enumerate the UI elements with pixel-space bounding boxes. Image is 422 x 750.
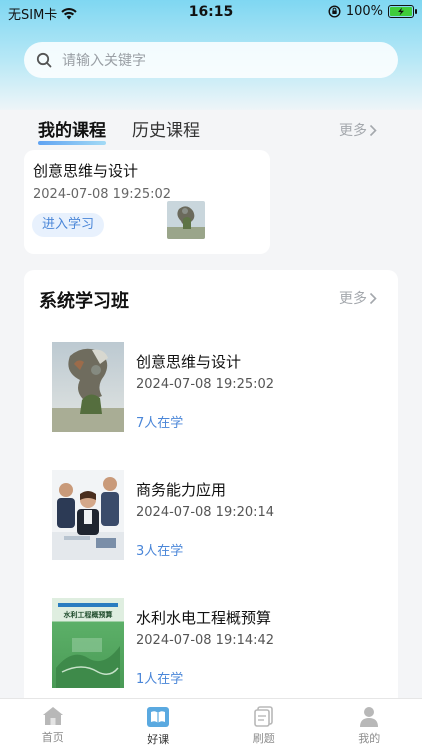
class-time: 2024-07-08 19:14:42 <box>136 633 275 648</box>
status-bar: 无SIM卡 16:15 100% <box>0 0 422 24</box>
chevron-right-icon <box>369 124 377 136</box>
tabbar-label: 好课 <box>147 733 170 746</box>
tabbar-item-home[interactable]: 首页 <box>0 699 106 750</box>
system-class-panel: 系统学习班 更多 创意思维与设计 2024-07-08 19:25:02 7人在… <box>24 270 398 710</box>
class-learner-count: 3人在学 <box>136 544 184 559</box>
system-class-more-button[interactable]: 更多 <box>339 288 377 308</box>
status-right: 100% <box>328 4 417 19</box>
tabbar-label: 首页 <box>41 731 64 744</box>
my-course-card[interactable]: 创意思维与设计 2024-07-08 19:25:02 进入学习 <box>24 150 270 254</box>
class-time: 2024-07-08 19:20:14 <box>136 505 275 520</box>
course-date: 2024-07-08 19:25:02 <box>33 187 172 202</box>
practice-icon <box>253 706 273 727</box>
class-learner-count: 1人在学 <box>136 672 184 687</box>
system-class-title: 系统学习班 <box>39 291 129 312</box>
tabbar-label: 我的 <box>358 732 381 745</box>
tabbar-item-courses[interactable]: 好课 <box>106 699 212 750</box>
battery-icon <box>388 5 417 18</box>
class-learner-count: 7人在学 <box>136 416 184 431</box>
class-item[interactable]: 商务能力应用 2024-07-08 19:20:14 3人在学 <box>24 470 398 580</box>
bottom-tab-bar: 首页 好课 刷题 我的 <box>0 698 422 750</box>
class-cover-image: 水利工程概预算 <box>52 598 124 688</box>
my-courses-more-button[interactable]: 更多 <box>339 120 377 140</box>
class-name: 商务能力应用 <box>136 481 227 499</box>
more-label: 更多 <box>339 291 367 307</box>
home-icon <box>42 707 63 725</box>
tabbar-label: 刷题 <box>252 732 275 745</box>
enter-study-button[interactable]: 进入学习 <box>32 213 104 237</box>
search-icon <box>36 52 52 68</box>
tabbar-item-practice[interactable]: 刷题 <box>211 699 317 750</box>
search-bar[interactable]: 请输入关键字 <box>24 42 398 78</box>
tab-history[interactable]: 历史课程 <box>132 116 200 141</box>
course-icon <box>147 707 170 727</box>
course-title: 创意思维与设计 <box>33 162 139 180</box>
search-input[interactable]: 请输入关键字 <box>62 50 146 70</box>
class-time: 2024-07-08 19:25:02 <box>136 377 275 392</box>
course-thumbnail <box>167 201 205 239</box>
tab-my-courses[interactable]: 我的课程 <box>38 116 106 145</box>
tabbar-item-profile[interactable]: 我的 <box>317 699 422 750</box>
class-cover-image <box>52 470 124 560</box>
class-item[interactable]: 水利工程概预算 水利水电工程概预算 2024-07-08 19:14:42 1人… <box>24 598 398 708</box>
chevron-right-icon <box>369 292 377 304</box>
class-name: 创意思维与设计 <box>136 353 242 371</box>
orientation-lock-icon <box>328 5 341 18</box>
class-cover-image <box>52 342 124 432</box>
course-tabs: 我的课程 历史课程 <box>38 116 200 145</box>
more-label: 更多 <box>339 123 367 139</box>
class-item[interactable]: 创意思维与设计 2024-07-08 19:25:02 7人在学 <box>24 342 398 452</box>
cover-title: 水利工程概预算 <box>63 611 113 619</box>
class-name: 水利水电工程概预算 <box>136 609 272 627</box>
battery-percent: 100% <box>345 4 383 19</box>
profile-icon <box>360 707 379 727</box>
